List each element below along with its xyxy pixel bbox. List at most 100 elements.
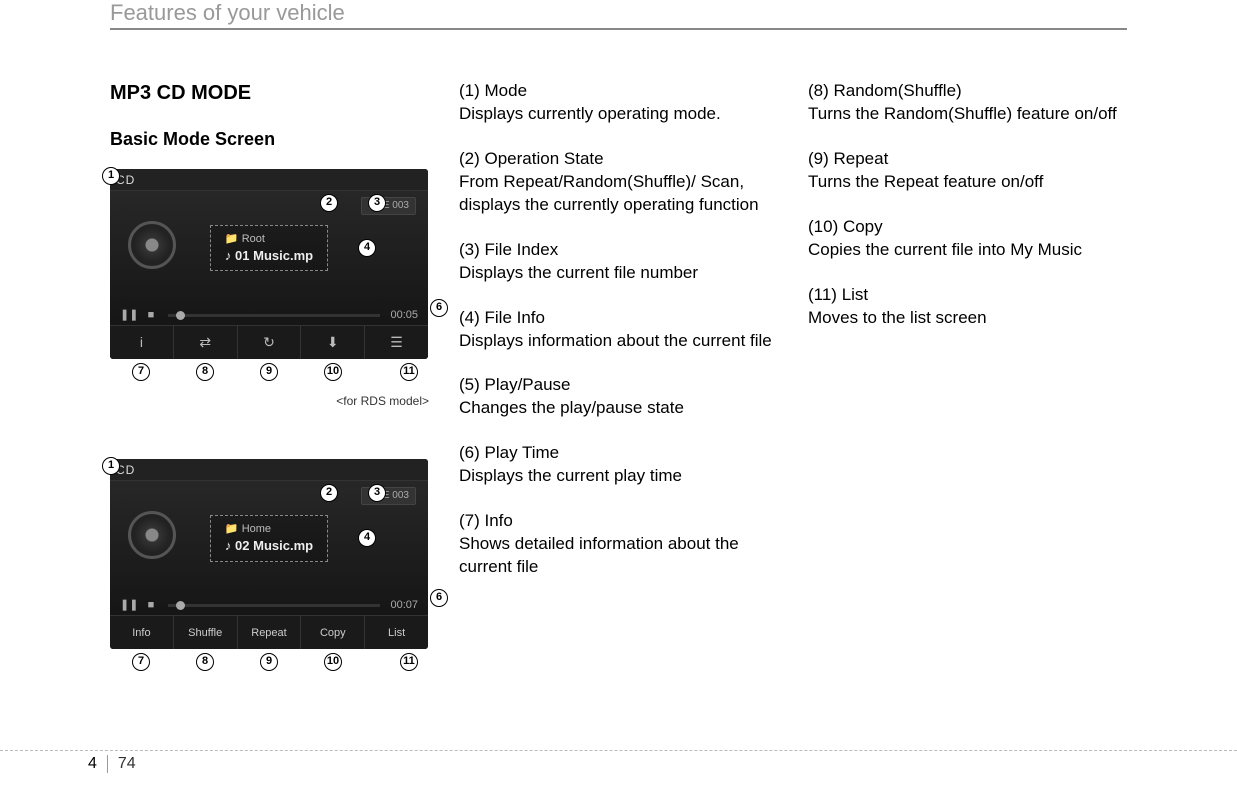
item-9-desc: Turns the Repeat feature on/off	[808, 172, 1043, 191]
track-line: ♪ 01 Music.mp	[225, 247, 313, 265]
column-right: (8) Random(Shuffle) Turns the Random(Shu…	[808, 80, 1127, 741]
item-5-title: (5) Play/Pause	[459, 374, 778, 397]
footer-dashed-line	[0, 750, 1237, 751]
shuffle-icon: ⇄	[199, 333, 211, 352]
stop-icon[interactable]: ■	[144, 308, 158, 323]
annot-circle-7: 7	[132, 363, 150, 381]
item-8-desc: Turns the Random(Shuffle) feature on/off	[808, 104, 1117, 123]
item-6-title: (6) Play Time	[459, 442, 778, 465]
annot2-circle-10: 10	[324, 653, 342, 671]
pause-icon[interactable]: ❚❚	[120, 308, 134, 323]
shuffle-button[interactable]: ⇄	[174, 326, 238, 359]
screenshot-2-block: 1 2 3 4 6 CD FILE 003 📁 Home ♪ 02 Music.…	[110, 459, 429, 677]
list-button[interactable]: ☰	[365, 326, 428, 359]
header-title: Features of your vehicle	[110, 0, 1127, 28]
folder-line: 📁 Root	[225, 232, 313, 247]
cd-disc-icon	[128, 221, 176, 269]
repeat-button[interactable]: ↻	[238, 326, 302, 359]
list-icon: ☰	[390, 333, 403, 352]
pause-icon[interactable]: ❚❚	[120, 598, 134, 613]
item-9-title: (9) Repeat	[808, 148, 1127, 171]
header-underline	[110, 28, 1127, 30]
item-5: (5) Play/Pause Changes the play/pause st…	[459, 374, 778, 420]
annot-circle-6: 6	[430, 299, 448, 317]
section-heading: MP3 CD MODE	[110, 80, 429, 107]
item-9: (9) Repeat Turns the Repeat feature on/o…	[808, 148, 1127, 194]
annot-circle-10: 10	[324, 363, 342, 381]
item-3-desc: Displays the current file number	[459, 263, 698, 282]
annot2-circle-9: 9	[260, 653, 278, 671]
download-icon: ⬇	[327, 333, 339, 352]
track-name: 02 Music.mp	[235, 538, 313, 553]
info-button[interactable]: Info	[110, 616, 174, 649]
item-7-title: (7) Info	[459, 510, 778, 533]
item-5-desc: Changes the play/pause state	[459, 398, 684, 417]
item-11-desc: Moves to the list screen	[808, 308, 987, 327]
page-number-divider	[107, 755, 108, 773]
folder-name: Home	[242, 523, 271, 535]
page-content: MP3 CD MODE Basic Mode Screen 1 2 3 4 6 …	[110, 80, 1127, 741]
item-1-title: (1) Mode	[459, 80, 778, 103]
annot-row-bottom-1: 7 8 9 10 11	[110, 363, 429, 387]
item-7-desc: Shows detailed information about the cur…	[459, 534, 739, 576]
play-controls: ❚❚ ■	[120, 308, 158, 323]
item-1: (1) Mode Displays currently operating mo…	[459, 80, 778, 126]
annot-circle-9: 9	[260, 363, 278, 381]
bottom-buttons: i ⇄ ↻ ⬇ ☰	[110, 325, 428, 359]
list-label: List	[388, 626, 405, 641]
progress-thumb[interactable]	[176, 311, 185, 320]
item-8: (8) Random(Shuffle) Turns the Random(Shu…	[808, 80, 1127, 126]
track-line: ♪ 02 Music.mp	[225, 537, 313, 555]
list-button[interactable]: List	[365, 616, 428, 649]
chapter-number: 4	[88, 755, 97, 773]
play-time: 00:07	[390, 598, 418, 613]
item-7: (7) Info Shows detailed information abou…	[459, 510, 778, 579]
info-button[interactable]: i	[110, 326, 174, 359]
item-10-desc: Copies the current file into My Music	[808, 240, 1082, 259]
cd-disc-icon	[128, 511, 176, 559]
page-number-value: 74	[118, 755, 136, 773]
play-row: ❚❚ ■ 00:07	[110, 595, 428, 615]
copy-button[interactable]: Copy	[301, 616, 365, 649]
screen-top-bar: CD	[110, 459, 428, 481]
folder-line: 📁 Home	[225, 522, 313, 537]
info-label: Info	[132, 626, 150, 641]
annot2-circle-6: 6	[430, 589, 448, 607]
column-middle: (1) Mode Displays currently operating mo…	[459, 80, 778, 741]
item-11: (11) List Moves to the list screen	[808, 284, 1127, 330]
subsection-heading: Basic Mode Screen	[110, 127, 429, 151]
item-4: (4) File Info Displays information about…	[459, 307, 778, 353]
track-name: 01 Music.mp	[235, 248, 313, 263]
play-row: ❚❚ ■ 00:05	[110, 305, 428, 325]
bottom-buttons: Info Shuffle Repeat Copy List	[110, 615, 428, 649]
stop-icon[interactable]: ■	[144, 598, 158, 613]
item-4-title: (4) File Info	[459, 307, 778, 330]
progress-thumb[interactable]	[176, 601, 185, 610]
progress-bar[interactable]	[168, 604, 380, 607]
annot2-circle-11: 11	[400, 653, 418, 671]
screen-top-bar: CD	[110, 169, 428, 191]
file-info-box: 📁 Home ♪ 02 Music.mp	[210, 515, 328, 561]
folder-name: Root	[242, 233, 265, 245]
annot-circle-11: 11	[400, 363, 418, 381]
item-4-desc: Displays information about the current f…	[459, 331, 772, 350]
item-3: (3) File Index Displays the current file…	[459, 239, 778, 285]
annot-row-bottom-2: 7 8 9 10 11	[110, 653, 429, 677]
item-1-desc: Displays currently operating mode.	[459, 104, 721, 123]
progress-bar[interactable]	[168, 314, 380, 317]
item-6: (6) Play Time Displays the current play …	[459, 442, 778, 488]
annot-circle-8: 8	[196, 363, 214, 381]
item-8-title: (8) Random(Shuffle)	[808, 80, 1127, 103]
item-10-title: (10) Copy	[808, 216, 1127, 239]
play-time: 00:05	[390, 308, 418, 323]
copy-button[interactable]: ⬇	[301, 326, 365, 359]
repeat-button[interactable]: Repeat	[238, 616, 302, 649]
item-3-title: (3) File Index	[459, 239, 778, 262]
item-10: (10) Copy Copies the current file into M…	[808, 216, 1127, 262]
shuffle-button[interactable]: Shuffle	[174, 616, 238, 649]
annot2-circle-8: 8	[196, 653, 214, 671]
play-controls: ❚❚ ■	[120, 598, 158, 613]
item-2: (2) Operation State From Repeat/Random(S…	[459, 148, 778, 217]
file-info-box: 📁 Root ♪ 01 Music.mp	[210, 225, 328, 271]
page-number: 4 74	[88, 755, 136, 773]
